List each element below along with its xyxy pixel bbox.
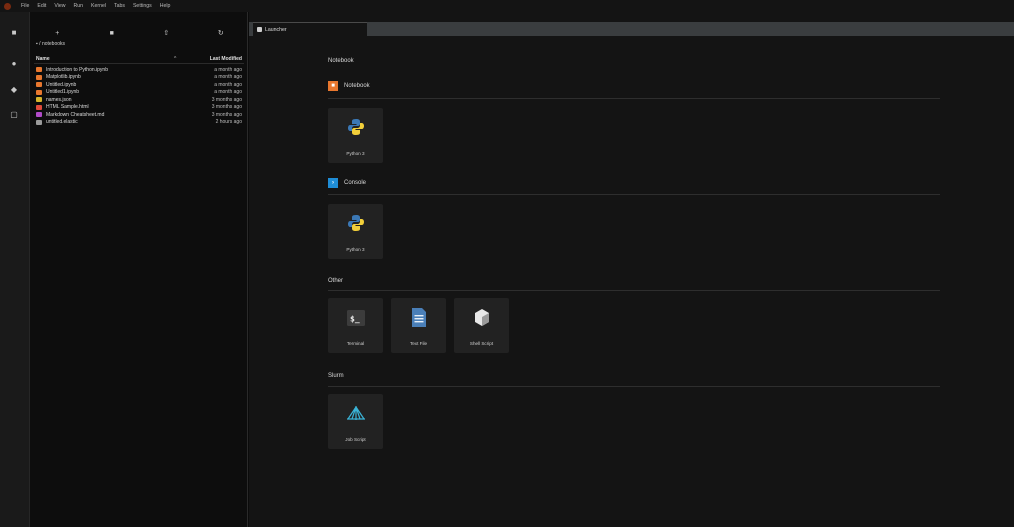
left-sidebar-rail: ■ ● ◆ ▢ [0,12,30,527]
notebook-file-icon [36,82,42,88]
terminal-card[interactable]: $_ Terminal [328,298,383,353]
list-item[interactable]: Matplotlib.ipynb a month ago [34,74,244,82]
new-folder-icon[interactable]: ■ [105,30,119,37]
breadcrumb[interactable]: ▪ / notebooks [36,41,65,47]
section-other-title: Other [328,278,344,284]
file-browser: + ■ ⇧ ↻ ▪ / notebooks Name ^ Last Modifi… [30,12,248,527]
generic-file-icon [36,119,42,125]
list-item[interactable]: Untitled1.ipynb a month ago [34,89,244,97]
divider [328,386,940,387]
notebook-badge-icon: ■ [328,81,338,91]
file-browser-toolbar: + ■ ⇧ ↻ [30,26,248,40]
list-item[interactable]: untitled.elastic 2 hours ago [34,119,244,127]
card-label: Text File [409,341,428,346]
menu-bar: File Edit View Run Kernel Tabs Settings … [0,0,1014,12]
divider [328,290,940,291]
card-label: Job Script [345,437,366,442]
console-section-title: Console [344,180,367,186]
file-modified: a month ago [214,74,242,81]
notebook-kernel-label: Notebook [344,83,370,89]
tab-label: Launcher [265,26,287,33]
list-item[interactable]: Introduction to Python.ipynb a month ago [34,66,244,74]
card-label: Python 3 [346,247,365,252]
text-file-card[interactable]: Text File [391,298,446,353]
slurm-job-icon [346,406,366,422]
section-slurm-title: Slurm [328,373,344,379]
card-label: Shell Script [469,341,494,346]
tabs-icon[interactable]: ▢ [9,111,19,119]
file-name: names.json [46,96,72,103]
file-name: Introduction to Python.ipynb [46,66,108,73]
file-modified: a month ago [214,89,242,96]
notebook-python3-card[interactable]: Python 3 [328,108,383,163]
file-list-header: Name ^ Last Modified [34,55,244,64]
folder-icon[interactable]: ■ [9,29,19,37]
menu-file[interactable]: File [21,3,29,9]
console-kernel-row: › Console [328,178,366,188]
file-name: Untitled1.ipynb [46,89,80,96]
notebook-file-icon [36,89,42,95]
file-name: Matplotlib.ipynb [46,74,81,81]
file-name: Untitled.ipynb [46,81,77,88]
column-name-header[interactable]: Name [34,56,174,62]
running-icon[interactable]: ● [9,60,19,68]
html-file-icon [36,104,42,110]
notebook-file-icon [36,74,42,80]
file-name: Markdown Cheatsheet.md [46,111,105,118]
file-modified: 3 months ago [211,111,242,118]
menu-kernel[interactable]: Kernel [91,3,106,9]
list-item[interactable]: Markdown Cheatsheet.md 3 months ago [34,111,244,119]
text-file-icon [411,308,427,329]
shell-script-card[interactable]: Shell Script [454,298,509,353]
file-modified: 3 months ago [211,104,242,111]
menu-settings[interactable]: Settings [133,3,152,9]
list-item[interactable]: names.json 3 months ago [34,96,244,104]
menu-edit[interactable]: Edit [37,3,46,9]
column-modified-header[interactable]: Last Modified [184,56,244,62]
menu-run[interactable]: Run [73,3,83,9]
json-file-icon [36,97,42,103]
launcher-icon [257,27,262,32]
tab-bar: Launcher [249,22,1014,36]
refresh-icon[interactable]: ↻ [214,29,228,37]
terminal-icon: $_ [346,310,365,328]
jupyter-logo-icon [4,2,11,10]
console-badge-icon: › [328,178,338,188]
job-script-card[interactable]: Job Script [328,394,383,449]
new-launcher-icon[interactable]: + [50,30,64,37]
list-item[interactable]: HTML Sample.html 3 months ago [34,104,244,112]
python-logo-icon [346,117,366,139]
menu-help[interactable]: Help [160,3,171,9]
file-modified: 3 months ago [211,96,242,103]
divider [328,194,940,195]
upload-icon[interactable]: ⇧ [159,29,173,37]
sort-indicator-icon: ^ [174,56,177,62]
notebook-file-icon [36,67,42,73]
menu-tabs[interactable]: Tabs [114,3,125,9]
python-logo-icon [346,213,366,235]
commands-icon[interactable]: ◆ [9,86,19,94]
main-area: Launcher Notebook ■ Notebook Python 3 › … [249,12,1014,527]
file-modified: a month ago [214,66,242,73]
card-label: Terminal [346,341,365,346]
notebook-kernel-row: ■ Notebook [328,81,370,91]
file-list: Introduction to Python.ipynb a month ago… [34,66,244,126]
tab-launcher[interactable]: Launcher [253,22,367,36]
markdown-file-icon [36,112,42,118]
divider [328,98,940,99]
console-python3-card[interactable]: Python 3 [328,204,383,259]
list-item[interactable]: Untitled.ipynb a month ago [34,81,244,89]
file-modified: 2 hours ago [215,119,242,126]
file-modified: a month ago [214,81,242,88]
section-notebook-title: Notebook [328,58,354,64]
menu-view[interactable]: View [54,3,65,9]
file-name: HTML Sample.html [46,104,89,111]
svg-text:$_: $_ [350,315,360,324]
file-name: untitled.elastic [46,119,78,126]
shell-script-icon [474,309,490,328]
card-label: Python 3 [346,151,365,156]
